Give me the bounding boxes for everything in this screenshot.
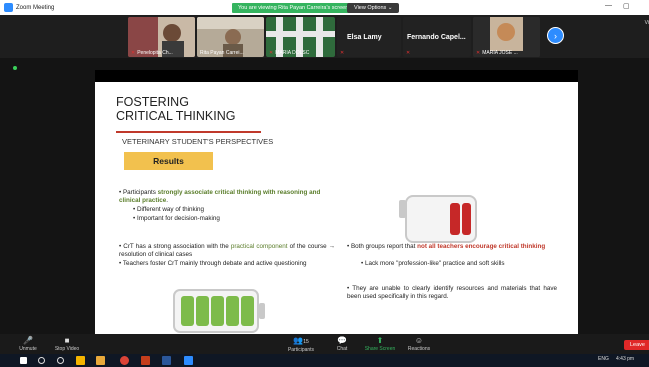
mic-off-icon: 🎤 — [23, 336, 33, 345]
slide-title: FOSTERING CRITICAL THINKING — [116, 95, 236, 123]
folder-icon[interactable] — [96, 356, 105, 365]
sub-bullet: • Lack more "profession-like" practice a… — [361, 260, 505, 267]
bullet-participants: • Participants strongly associate critic… — [119, 189, 321, 204]
search-icon[interactable] — [38, 357, 45, 364]
share-screen-icon: ⬆ — [376, 336, 384, 345]
next-page-arrow-icon[interactable]: › — [547, 27, 564, 44]
muted-mic-icon: ✕ — [131, 50, 136, 56]
participant-name: Penelopita Ch... — [137, 50, 173, 56]
sub-bullet: • Important for decision-making — [133, 215, 220, 222]
drive-icon[interactable] — [76, 356, 85, 365]
participant-tile[interactable]: Fernando Capel... ✕ — [403, 17, 471, 57]
slide-subtitle: VETERINARY STUDENT'S PERSPECTIVES — [122, 137, 274, 146]
view-options-button[interactable]: View Options ⌄ — [347, 3, 400, 13]
chrome-icon[interactable] — [120, 356, 129, 365]
participant-name: Fernando Capel... — [407, 34, 466, 41]
reactions-button[interactable]: ☺ Reactions — [404, 336, 434, 352]
full-battery-icon — [173, 289, 265, 333]
cortana-icon[interactable] — [57, 357, 64, 364]
low-battery-icon — [399, 195, 477, 243]
participant-tile[interactable]: ✕ MARIA DOLSC — [266, 17, 335, 57]
results-banner: Results — [124, 152, 213, 170]
leave-button[interactable]: Leave — [624, 340, 649, 350]
participant-name: Elsa Lamy — [347, 34, 382, 41]
reactions-icon: ☺ — [414, 336, 424, 345]
presentation-slide: FOSTERING CRITICAL THINKING VETERINARY S… — [95, 70, 578, 334]
share-screen-button[interactable]: ⬆ Share Screen — [362, 336, 398, 352]
window-title: Zoom Meeting — [16, 4, 55, 11]
participant-tile[interactable]: Rita Payan Carrei... — [197, 17, 264, 57]
maximize-icon[interactable]: ▢ — [623, 2, 630, 10]
sub-bullet: • Different way of thinking — [133, 206, 205, 213]
stop-video-button[interactable]: ■ Stop Video — [50, 336, 84, 352]
video-camera-icon: ■ — [64, 336, 70, 345]
zoom-logo-icon — [4, 3, 13, 12]
title-underline — [116, 131, 261, 133]
muted-mic-icon: ✕ — [269, 50, 274, 56]
muted-mic-icon: ✕ — [476, 50, 481, 56]
unmute-button[interactable]: 🎤 Unmute — [14, 336, 42, 352]
powerpoint-icon[interactable] — [141, 356, 150, 365]
chat-icon: 💬 — [337, 336, 347, 345]
clock[interactable]: 4:43 pm — [616, 356, 634, 362]
participant-name: MARIA JOSE ... — [482, 50, 518, 56]
participant-name: MARIA DOLSC — [275, 50, 310, 56]
zoom-taskbar-icon[interactable] — [184, 356, 193, 365]
word-icon[interactable] — [162, 356, 171, 365]
participant-tile[interactable]: ✕ Penelopita Ch... — [128, 17, 195, 57]
participants-button[interactable]: 👥15 Participants — [281, 336, 321, 353]
participants-icon: 👥15 — [293, 336, 309, 345]
muted-mic-icon: ✕ — [340, 50, 345, 56]
participant-tile[interactable]: ✕ MARIA JOSE ... — [473, 17, 540, 57]
participant-name: Rita Payan Carrei... — [200, 50, 244, 56]
bullet-crt-association: • CrT has a strong association with the … — [119, 243, 336, 258]
participant-tile[interactable]: Elsa Lamy ✕ — [337, 17, 401, 57]
minimize-icon[interactable]: — — [605, 2, 612, 9]
view-button[interactable]: Vi — [645, 20, 649, 26]
chat-button[interactable]: 💬 Chat — [332, 336, 352, 352]
bullet-both-groups: • Both groups report that not all teache… — [347, 243, 546, 250]
keyboard-language[interactable]: ENG — [598, 356, 609, 362]
muted-mic-icon: ✕ — [406, 50, 411, 56]
windows-start-icon[interactable] — [20, 357, 27, 364]
connection-status-icon — [13, 66, 17, 70]
viewing-screen-banner: You are viewing Rita Payan Carreira's sc… — [232, 3, 355, 13]
bullet-unable-identify: • They are unable to clearly identify re… — [347, 285, 557, 300]
bullet-teachers-foster: • Teachers foster CrT mainly through deb… — [119, 260, 307, 267]
meeting-toolbar — [0, 334, 649, 354]
slide-top-bar — [95, 70, 578, 82]
